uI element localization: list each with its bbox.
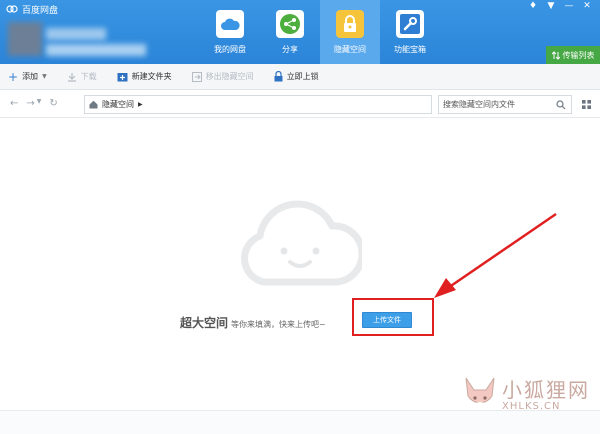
chevron-down-icon: ▼ — [42, 73, 47, 80]
lock-icon — [336, 10, 364, 38]
move-out-button[interactable]: 移出隐藏空间 — [191, 71, 254, 82]
site-watermark: 小狐狸网 XHLKS.CN — [462, 376, 590, 416]
address-bar: ← → ▼ ↻ 隐藏空间 ▶ 搜索隐藏空间内文件 — [0, 91, 600, 118]
close-icon[interactable]: ✕ — [578, 0, 596, 12]
chevron-right-icon: ▶ — [138, 101, 143, 108]
tab-label: 隐藏空间 — [334, 45, 366, 54]
home-icon — [89, 100, 98, 109]
lock-now-button[interactable]: 立即上锁 — [274, 71, 319, 82]
transfer-label: 传输列表 — [562, 50, 595, 60]
app-title-text: 百度网盘 — [22, 5, 59, 16]
toolbar: + 添加 ▼ 下载 新建文件夹 移出隐藏空间 立即上锁 — [0, 64, 600, 90]
fox-logo-icon — [465, 377, 495, 408]
title-bar: 百度网盘 我的网盘 分享 隐藏空间 功能宝箱 ♦ ▼ — ✕ 传输列表 — [0, 0, 600, 64]
user-info-blurred[interactable] — [8, 20, 158, 60]
download-button[interactable]: 下载 — [67, 71, 97, 82]
lock-now-label: 立即上锁 — [286, 72, 319, 81]
new-folder-icon — [117, 72, 128, 81]
empty-title: 超大空间 — [180, 316, 229, 330]
empty-subtitle: 等你来填满，快来上传吧~ — [231, 320, 326, 329]
tab-hidden-space[interactable]: 隐藏空间 — [320, 0, 380, 64]
transfer-icon — [551, 50, 560, 60]
annotation-highlight-box — [352, 298, 434, 336]
add-button[interactable]: + 添加 ▼ — [8, 70, 47, 84]
menu-icon[interactable]: ▼ — [542, 0, 560, 12]
search-input[interactable]: 搜索隐藏空间内文件 — [438, 95, 572, 114]
breadcrumb-item[interactable]: 隐藏空间 — [102, 99, 134, 110]
watermark-en: XHLKS.CN — [502, 401, 561, 412]
username-blurred — [46, 28, 106, 40]
tab-label: 功能宝箱 — [394, 45, 426, 54]
bell-icon[interactable]: ♦ — [524, 0, 542, 12]
refresh-icon[interactable]: ↻ — [49, 98, 57, 109]
tab-label: 我的网盘 — [214, 45, 246, 54]
tab-my-disk[interactable]: 我的网盘 — [200, 0, 260, 64]
share-icon — [276, 10, 304, 38]
breadcrumb[interactable]: 隐藏空间 ▶ — [84, 95, 432, 114]
grid-view-icon[interactable] — [582, 100, 591, 109]
window-controls: ♦ ▼ — ✕ — [524, 0, 596, 12]
tools-icon — [396, 10, 424, 38]
empty-cloud-icon — [241, 200, 362, 286]
cloud-icon — [216, 10, 244, 38]
baidu-cloud-logo-icon — [6, 5, 18, 13]
app-title: 百度网盘 — [6, 2, 58, 16]
new-folder-button[interactable]: 新建文件夹 — [117, 71, 172, 82]
watermark-cn: 小狐狸网 — [502, 378, 590, 402]
search-placeholder: 搜索隐藏空间内文件 — [443, 100, 515, 109]
annotation-arrow-icon — [434, 212, 557, 298]
plus-icon: + — [8, 69, 19, 84]
move-out-icon — [191, 71, 202, 82]
move-out-label: 移出隐藏空间 — [205, 72, 254, 81]
nav-arrows: ← → ▼ ↻ — [10, 98, 58, 109]
add-label: 添加 — [22, 72, 39, 81]
tab-toolbox[interactable]: 功能宝箱 — [380, 0, 440, 64]
search-icon[interactable] — [556, 100, 566, 110]
quota-blurred — [46, 44, 146, 56]
new-folder-label: 新建文件夹 — [131, 72, 172, 81]
watermark-text: 小狐狸网 XHLKS.CN — [502, 379, 590, 413]
tab-label: 分享 — [282, 45, 298, 54]
avatar[interactable] — [8, 22, 42, 56]
minimize-icon[interactable]: — — [560, 0, 578, 12]
transfer-list-button[interactable]: 传输列表 — [546, 46, 600, 64]
dropdown-chevron-icon[interactable]: ▼ — [37, 98, 42, 109]
empty-state-text: 超大空间 等你来填满，快来上传吧~ — [180, 314, 326, 331]
download-label: 下载 — [80, 72, 97, 81]
download-icon — [67, 72, 76, 82]
tab-share[interactable]: 分享 — [260, 0, 320, 64]
forward-arrow-icon[interactable]: → — [26, 98, 34, 109]
back-arrow-icon[interactable]: ← — [10, 98, 18, 109]
padlock-icon — [274, 71, 283, 82]
